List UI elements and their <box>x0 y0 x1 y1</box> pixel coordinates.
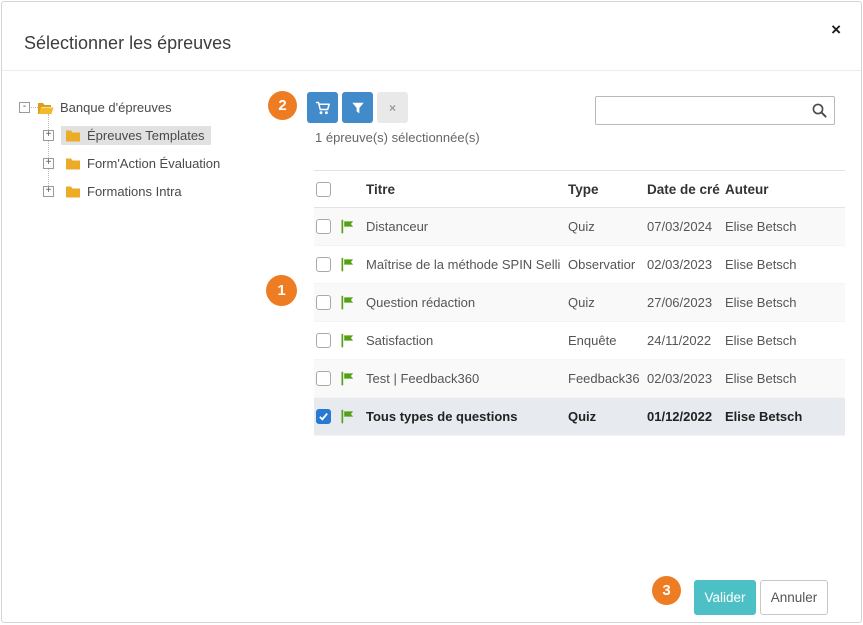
row-checkbox[interactable] <box>316 409 331 424</box>
table-header-row: Titre Type Date de cré Auteur <box>314 170 845 208</box>
cart-icon <box>315 100 331 116</box>
tree-item-label[interactable]: Banque d'épreuves <box>60 100 172 115</box>
collapse-icon[interactable]: - <box>19 102 30 113</box>
tree-item-formations-intra[interactable]: + Formations Intra <box>43 181 188 202</box>
test-type: Quiz <box>568 409 647 424</box>
annotation-badge-1: 1 <box>266 275 297 306</box>
flag-icon <box>340 409 355 424</box>
dialog-title: Sélectionner les épreuves <box>24 33 231 54</box>
dialog-header: Sélectionner les épreuves × <box>2 2 861 71</box>
flag-icon <box>340 333 355 348</box>
open-folder-icon <box>37 101 54 115</box>
expand-icon[interactable]: + <box>43 186 54 197</box>
test-date: 07/03/2024 <box>647 219 725 234</box>
tree-item-formaction-evaluation[interactable]: + Form'Action Évaluation <box>43 153 226 174</box>
cancel-button[interactable]: Annuler <box>760 580 828 615</box>
annotation-badge-2: 2 <box>268 91 297 120</box>
row-checkbox[interactable] <box>316 257 331 272</box>
test-author: Elise Betsch <box>725 333 845 348</box>
folder-icon <box>65 185 81 198</box>
flag-icon <box>340 219 355 234</box>
test-title: Distanceur <box>366 219 568 234</box>
column-header-author[interactable]: Auteur <box>725 182 845 197</box>
row-checkbox[interactable] <box>316 295 331 310</box>
select-all-checkbox[interactable] <box>316 182 331 197</box>
selection-status: 1 épreuve(s) sélectionnée(s) <box>315 130 480 145</box>
cart-button[interactable] <box>307 92 338 123</box>
test-date: 02/03/2023 <box>647 371 725 386</box>
test-author: Elise Betsch <box>725 295 845 310</box>
tests-table: Titre Type Date de cré Auteur Distanceur… <box>314 170 845 436</box>
flag-icon <box>340 295 355 310</box>
table-body: Distanceur Quiz 07/03/2024 Elise Betsch … <box>314 208 845 436</box>
row-checkbox[interactable] <box>316 219 331 234</box>
test-author: Elise Betsch <box>725 409 845 424</box>
folder-icon <box>65 157 81 170</box>
tree-item-label[interactable]: Formations Intra <box>87 184 182 199</box>
test-title: Question rédaction <box>366 295 568 310</box>
column-header-type[interactable]: Type <box>568 182 647 197</box>
table-row[interactable]: Question rédaction Quiz 27/06/2023 Elise… <box>314 284 845 322</box>
select-tests-dialog: Sélectionner les épreuves × - Banque d'é… <box>1 1 862 623</box>
test-author: Elise Betsch <box>725 219 845 234</box>
tree-item-epreuves-templates[interactable]: + Épreuves Templates <box>43 125 211 146</box>
test-date: 24/11/2022 <box>647 333 725 348</box>
row-checkbox[interactable] <box>316 333 331 348</box>
table-row[interactable]: Distanceur Quiz 07/03/2024 Elise Betsch <box>314 208 845 246</box>
close-icon[interactable]: × <box>831 21 841 38</box>
test-date: 02/03/2023 <box>647 257 725 272</box>
expand-icon[interactable]: + <box>43 130 54 141</box>
expand-icon[interactable]: + <box>43 158 54 169</box>
tree-item-label[interactable]: Épreuves Templates <box>87 128 205 143</box>
search-icon[interactable] <box>811 102 828 122</box>
flag-icon <box>340 257 355 272</box>
folder-icon <box>65 129 81 142</box>
validate-button[interactable]: Valider <box>694 580 756 615</box>
column-header-date[interactable]: Date de cré <box>647 182 725 197</box>
table-row[interactable]: Maîtrise de la méthode SPIN Selli Observ… <box>314 246 845 284</box>
test-date: 27/06/2023 <box>647 295 725 310</box>
test-type: Quiz <box>568 295 647 310</box>
test-title: Satisfaction <box>366 333 568 348</box>
table-row[interactable]: Tous types de questions Quiz 01/12/2022 … <box>314 398 845 436</box>
table-row[interactable]: Test | Feedback360 Feedback36 02/03/2023… <box>314 360 845 398</box>
test-title: Maîtrise de la méthode SPIN Selli <box>366 257 568 272</box>
filter-icon <box>351 101 365 115</box>
clear-selection-button[interactable]: × <box>377 92 408 123</box>
flag-icon <box>340 371 355 386</box>
test-type: Observatior <box>568 257 647 272</box>
clear-icon: × <box>389 101 396 115</box>
test-title: Test | Feedback360 <box>366 371 568 386</box>
filter-button[interactable] <box>342 92 373 123</box>
test-type: Quiz <box>568 219 647 234</box>
tree-item-banque-epreuves[interactable]: - Banque d'épreuves <box>19 97 172 118</box>
search-box <box>595 96 835 125</box>
row-checkbox[interactable] <box>316 371 331 386</box>
test-title: Tous types de questions <box>366 409 568 424</box>
annotation-badge-3: 3 <box>652 576 681 605</box>
tree-item-label[interactable]: Form'Action Évaluation <box>87 156 220 171</box>
table-row[interactable]: Satisfaction Enquête 24/11/2022 Elise Be… <box>314 322 845 360</box>
test-author: Elise Betsch <box>725 257 845 272</box>
test-type: Feedback36 <box>568 371 647 386</box>
search-input[interactable] <box>596 97 808 124</box>
test-date: 01/12/2022 <box>647 409 725 424</box>
column-header-title[interactable]: Titre <box>366 182 568 197</box>
test-author: Elise Betsch <box>725 371 845 386</box>
test-type: Enquête <box>568 333 647 348</box>
